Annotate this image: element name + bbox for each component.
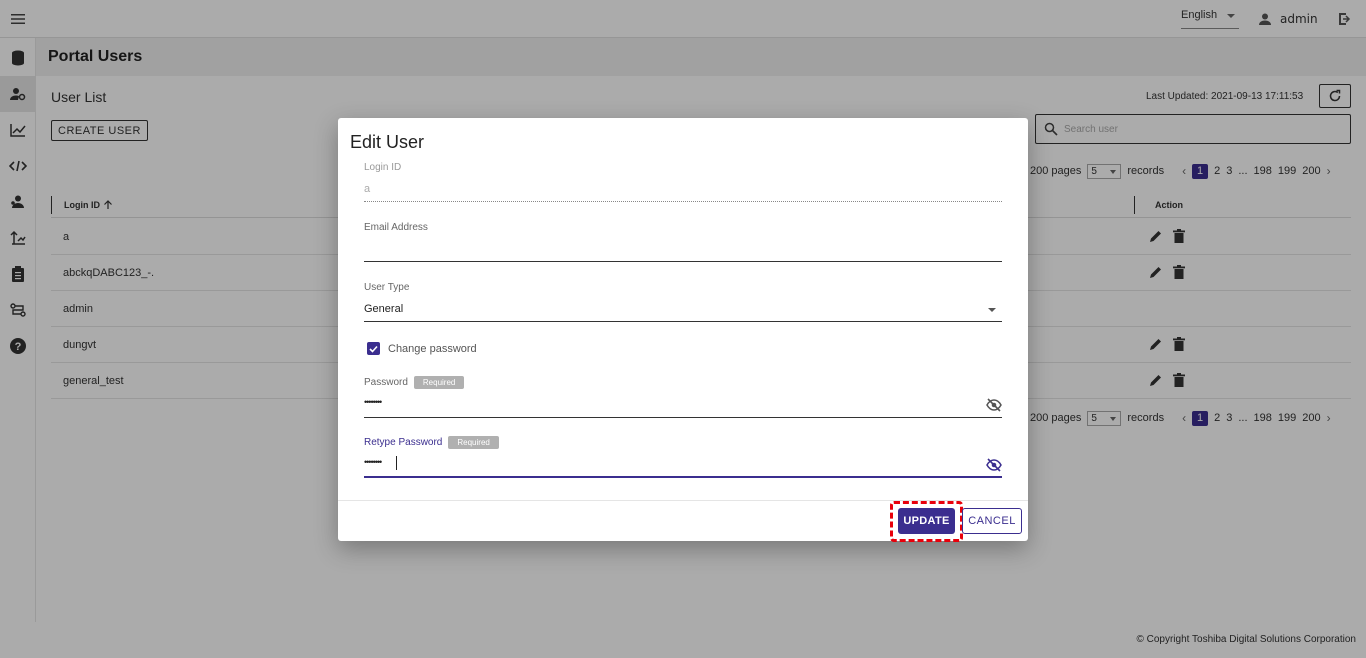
login-id-field: Login ID a — [364, 162, 1002, 204]
field-underline — [364, 321, 1002, 322]
retype-label-row: Retype Password Required — [364, 436, 1002, 449]
user-type-label: User Type — [364, 282, 410, 293]
cancel-button[interactable]: CANCEL — [962, 508, 1022, 534]
password-label-row: Password Required — [364, 376, 1002, 389]
email-field[interactable]: Email Address — [364, 222, 1002, 264]
change-password-checkbox[interactable]: Change password — [367, 342, 477, 355]
login-id-value: a — [364, 183, 371, 195]
field-underline — [364, 417, 1002, 418]
field-underline — [364, 261, 1002, 262]
change-password-label: Change password — [388, 342, 477, 355]
field-underline-focused — [364, 476, 1002, 478]
chevron-down-icon — [988, 308, 996, 312]
required-badge: Required — [413, 376, 465, 389]
update-button[interactable]: UPDATE — [898, 508, 955, 534]
email-label: Email Address — [364, 222, 428, 233]
password-label: Password — [364, 377, 408, 388]
user-type-select[interactable]: User Type General — [364, 282, 1002, 324]
retype-password-value: •••••••• — [364, 457, 382, 467]
password-field[interactable]: Password Required •••••••• — [364, 376, 1002, 418]
retype-password-field[interactable]: Retype Password Required •••••••• — [364, 436, 1002, 478]
eye-off-icon[interactable] — [986, 398, 1002, 412]
password-value: •••••••• — [364, 397, 382, 407]
checkbox-checked-icon[interactable] — [367, 342, 380, 355]
user-type-value: General — [364, 303, 404, 315]
retype-password-label: Retype Password — [364, 437, 443, 448]
eye-off-icon[interactable] — [986, 458, 1002, 472]
field-underline — [364, 201, 1002, 202]
required-badge: Required — [448, 436, 499, 449]
login-id-label: Login ID — [364, 162, 402, 173]
dialog-title: Edit User — [350, 132, 425, 152]
text-cursor — [396, 456, 397, 470]
edit-user-dialog: Edit User Login ID a Email Address User … — [338, 118, 1028, 542]
